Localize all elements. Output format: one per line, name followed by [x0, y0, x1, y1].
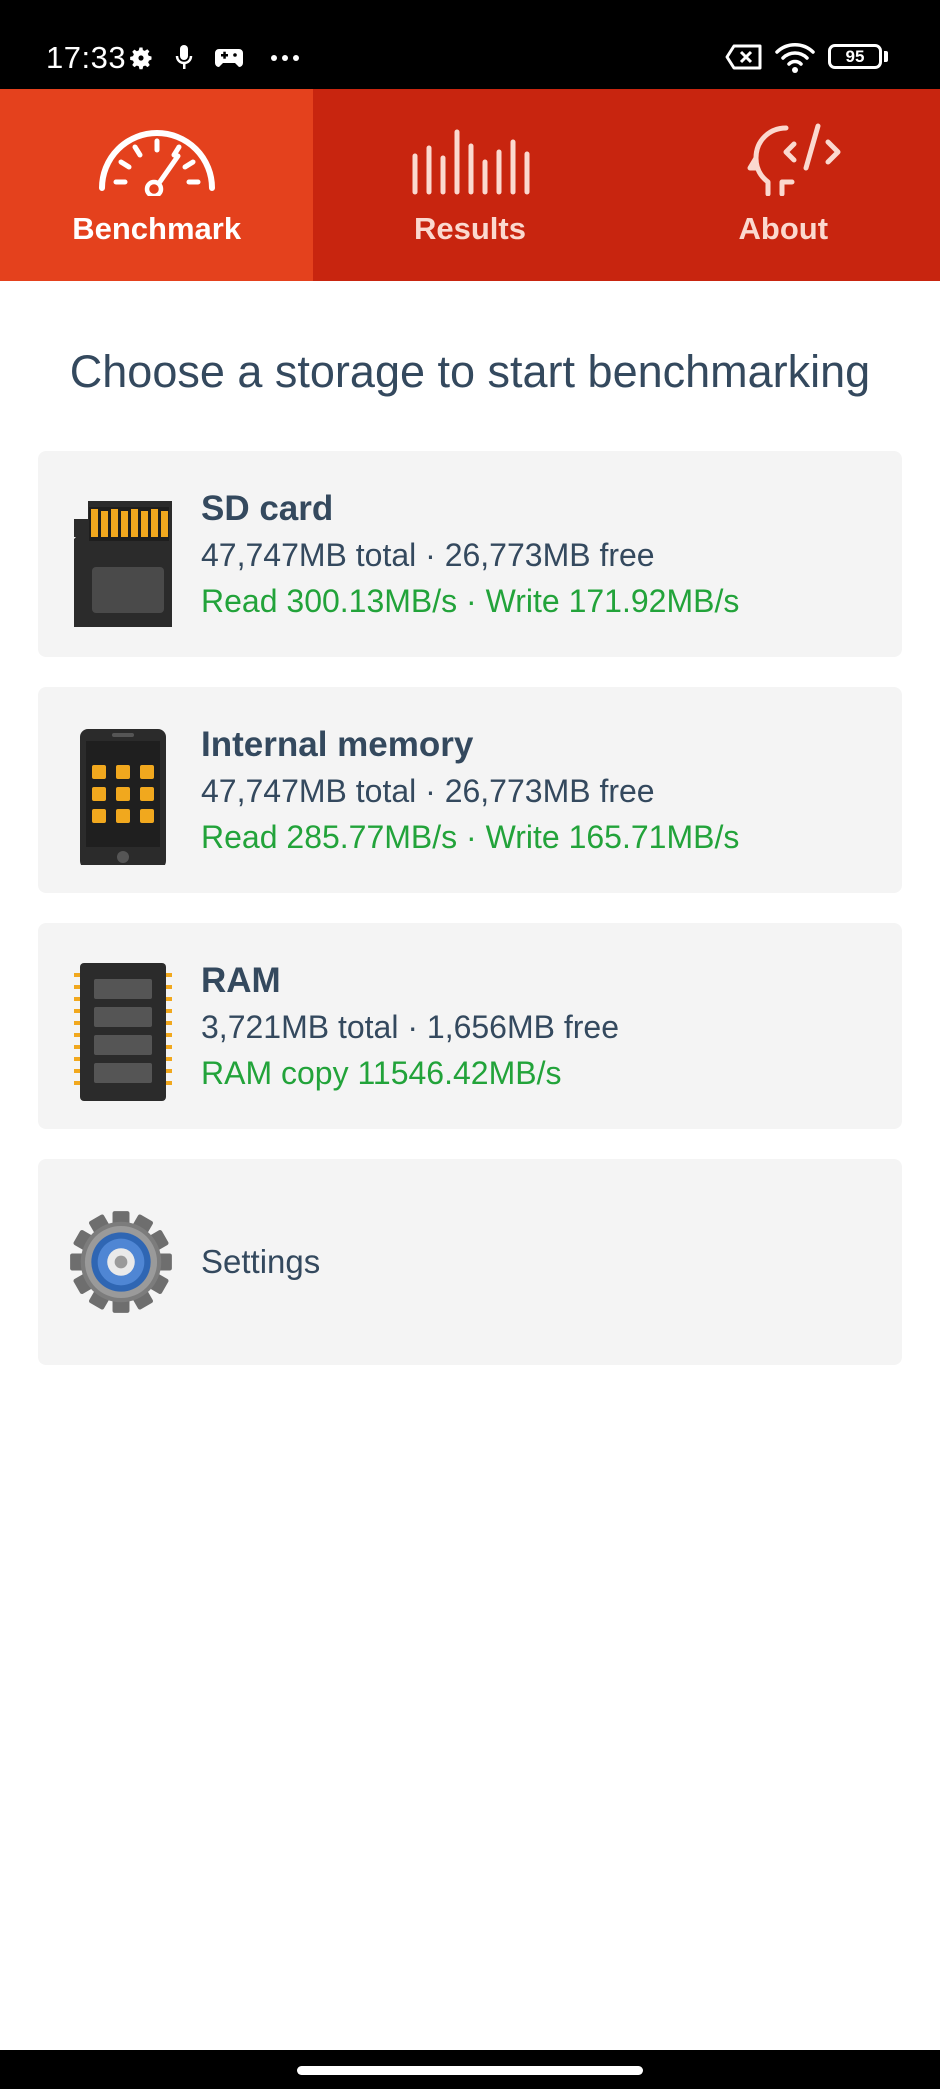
storage-name: RAM	[201, 961, 281, 1000]
settings-label: Settings	[201, 1243, 321, 1280]
microphone-icon	[175, 45, 193, 69]
page-heading: Choose a storage to start benchmarking	[69, 346, 871, 397]
wifi-icon	[775, 43, 815, 73]
storage-card-sd-card[interactable]: SD card 47,747MB total · 26,773MB free R…	[38, 451, 902, 657]
tab-about[interactable]: About	[627, 89, 940, 281]
tab-bar: Benchmark Results About	[0, 89, 940, 281]
tab-label: Results	[414, 211, 526, 246]
tab-results[interactable]: Results	[313, 89, 626, 281]
storage-capacity: 47,747MB total · 26,773MB free	[201, 773, 655, 809]
more-dots-icon	[271, 55, 299, 61]
speedometer-icon	[98, 130, 215, 196]
storage-speed: Read 285.77MB/s · Write 165.71MB/s	[201, 819, 740, 855]
bar-graph-icon	[412, 129, 530, 195]
ram-chip-icon	[74, 963, 172, 1101]
storage-card-ram[interactable]: RAM 3,721MB total · 1,656MB free RAM cop…	[38, 923, 902, 1129]
gamepad-icon	[215, 49, 243, 67]
phone-icon	[80, 729, 166, 865]
storage-name: Internal memory	[201, 725, 474, 764]
navigation-bar	[0, 2050, 940, 2089]
storage-name: SD card	[201, 489, 334, 528]
storage-capacity: 47,747MB total · 26,773MB free	[201, 537, 655, 573]
home-indicator[interactable]	[297, 2066, 643, 2075]
sim-off-icon	[725, 44, 762, 70]
tab-label: About	[738, 211, 829, 246]
settings-gear-icon	[70, 1211, 172, 1313]
storage-capacity: 3,721MB total · 1,656MB free	[201, 1009, 619, 1045]
settings-gear-icon	[130, 47, 152, 70]
head-code-icon	[747, 123, 841, 196]
status-time: 17:33	[46, 40, 127, 75]
storage-speed: RAM copy 11546.42MB/s	[201, 1055, 562, 1091]
tab-benchmark[interactable]: Benchmark	[0, 89, 314, 281]
sd-card-icon	[74, 501, 172, 627]
storage-speed: Read 300.13MB/s · Write 171.92MB/s	[201, 583, 740, 619]
battery-nub	[884, 51, 888, 62]
tab-label: Benchmark	[72, 211, 242, 246]
status-bar: 17:33 95	[0, 0, 940, 89]
battery-level: 95	[845, 47, 865, 66]
storage-card-internal-memory[interactable]: Internal memory 47,747MB total · 26,773M…	[38, 687, 902, 893]
settings-card[interactable]: Settings	[38, 1159, 902, 1365]
